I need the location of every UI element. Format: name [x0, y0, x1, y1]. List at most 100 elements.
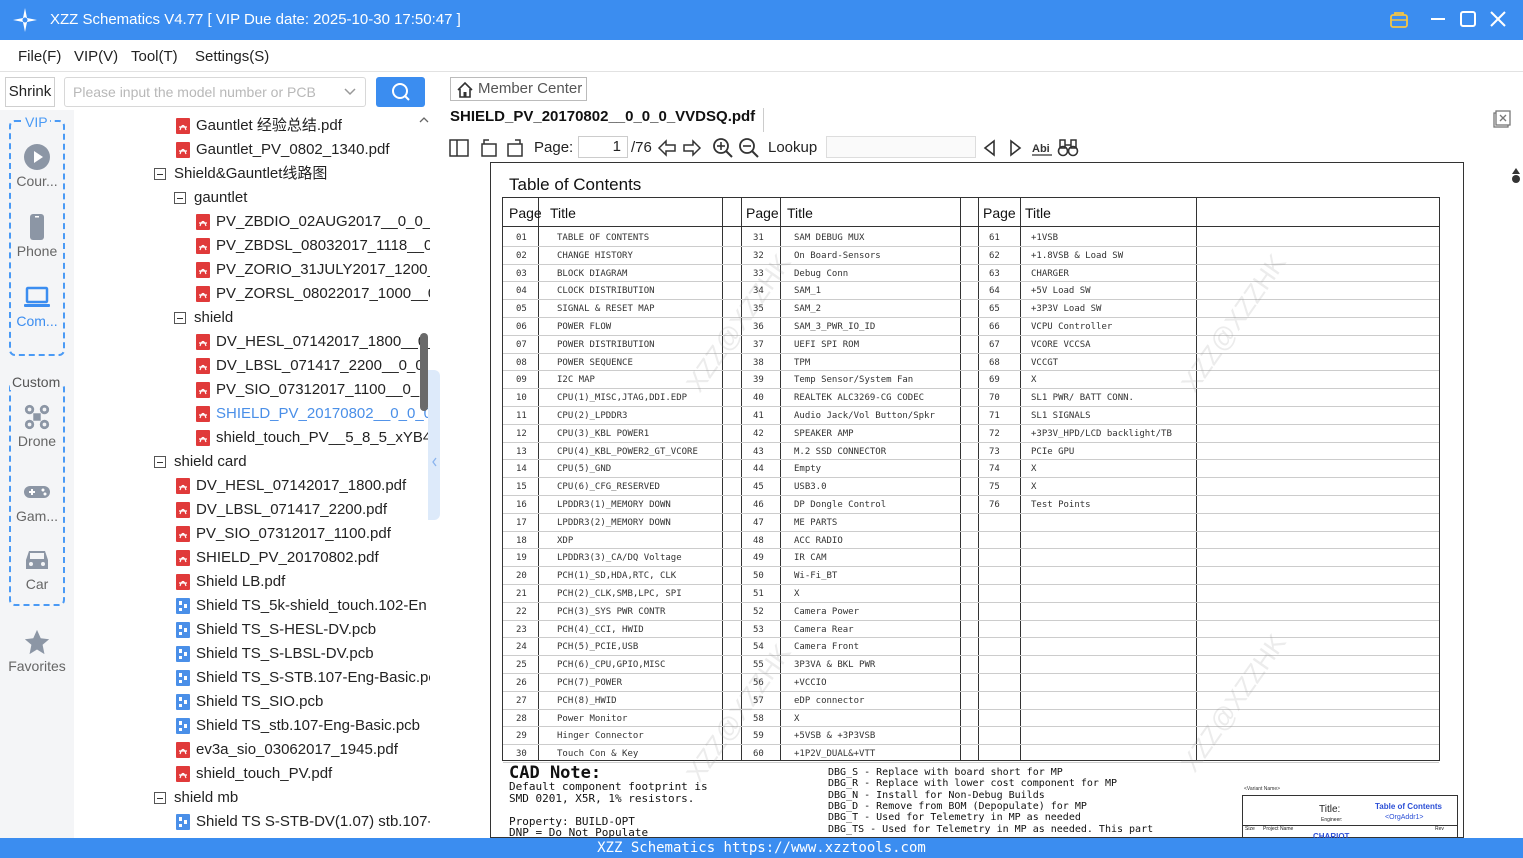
- toc-page-title: PCH(1)_SD,HDA,RTC, CLK: [557, 571, 677, 581]
- scroll-handle-icon[interactable]: [1509, 162, 1523, 192]
- toc-page-number: 01: [516, 233, 527, 243]
- pcb-file-icon: [176, 814, 190, 830]
- vip-bag-icon[interactable]: [1388, 8, 1410, 30]
- next-page-icon[interactable]: [681, 137, 703, 159]
- chevron-down-icon[interactable]: [343, 84, 357, 100]
- tree-scrollbar-thumb[interactable]: [420, 333, 428, 411]
- toc-page-title: UEFI SPI ROM: [794, 340, 860, 350]
- rotate-right-icon[interactable]: [504, 137, 526, 159]
- maximize-icon[interactable]: [1457, 8, 1479, 30]
- menu-vip[interactable]: VIP(V): [74, 48, 118, 65]
- table-row-line: [503, 726, 1439, 727]
- table-row-line: [503, 281, 1439, 282]
- toc-page-title: Audio Jack/Vol Button/Spkr: [794, 411, 935, 421]
- title-block: Title: Table of Contents Engineer: <OrgA…: [1242, 795, 1458, 841]
- search-button[interactable]: [376, 77, 425, 107]
- close-icon[interactable]: [1487, 8, 1509, 30]
- menu-file[interactable]: File(F): [18, 48, 61, 65]
- toc-page-number: 64: [989, 286, 1000, 296]
- collapse-toggle-icon[interactable]: [174, 312, 186, 324]
- collapse-toggle-icon[interactable]: [174, 192, 186, 204]
- nav-course[interactable]: Cour...: [0, 143, 74, 189]
- document-tab[interactable]: SHIELD_PV_20170802__0_0_0_VVDSQ.pdf: [450, 108, 755, 125]
- member-center-button[interactable]: Member Center: [450, 77, 587, 101]
- toc-page-number: 08: [516, 358, 527, 368]
- zoom-in-icon[interactable]: [712, 137, 734, 159]
- scroll-up-icon[interactable]: [418, 114, 430, 126]
- toc-header-page: Page: [746, 205, 779, 221]
- toc-page-number: 07: [516, 340, 527, 350]
- toc-page-number: 69: [989, 375, 1000, 385]
- table-row-line: [503, 299, 1439, 300]
- table-row-line: [503, 513, 1439, 514]
- status-bar: XZZ Schematics https://www.xzztools.com: [0, 838, 1523, 858]
- toc-page-title: IR CAM: [794, 553, 827, 563]
- rotate-left-icon[interactable]: [478, 137, 500, 159]
- match-case-icon[interactable]: Abi: [1031, 137, 1053, 159]
- toc-page-number: 45: [753, 482, 764, 492]
- pdf-file-icon: [196, 334, 210, 350]
- menu-settings[interactable]: Settings(S): [195, 48, 269, 65]
- lookup-input[interactable]: [826, 136, 976, 158]
- minimize-icon[interactable]: [1427, 8, 1449, 30]
- page-label: Page:: [534, 139, 574, 156]
- sidebar-toggle-icon[interactable]: [448, 137, 470, 159]
- toc-page-title: +5VSB & +3P3VSB: [794, 731, 876, 741]
- table-row-line: [503, 370, 1439, 371]
- table-row-line: [503, 317, 1439, 318]
- toc-page-number: 23: [516, 625, 527, 635]
- toc-page-title: M.2 SSD CONNECTOR: [794, 447, 887, 457]
- search-placeholder: Please input the model number or PCB: [73, 84, 316, 100]
- toc-page-title: LPDDR3(3)_CA/DQ Voltage: [557, 553, 682, 563]
- viewer-scrollbar[interactable]: [1509, 162, 1523, 838]
- page-number-input[interactable]: 1: [578, 136, 628, 158]
- nav-drone-label: Drone: [17, 433, 57, 449]
- toc-page-title: CPU(6)_CFG_RESERVED: [557, 482, 660, 492]
- toc-page-title: SAM_2: [794, 304, 822, 314]
- toc-page-title: Power Monitor: [557, 714, 628, 724]
- pdf-file-icon: [176, 550, 190, 566]
- car-icon: [26, 551, 48, 569]
- toc-page-number: 22: [516, 607, 527, 617]
- pcb-file-icon: [176, 622, 190, 638]
- toc-page-title: On Board-Sensors: [794, 251, 881, 261]
- collapse-toggle-icon[interactable]: [154, 456, 166, 468]
- toc-page-number: 62: [989, 251, 1000, 261]
- toc-page-title: VCORE VCCSA: [1031, 340, 1091, 350]
- toc-page-number: 46: [753, 500, 764, 510]
- find-next-icon[interactable]: [1004, 137, 1026, 159]
- toc-page-title: Hinger Connector: [557, 731, 644, 741]
- tree-item-label: shield_touch_PV__5_8_5_xYB4l: [216, 429, 430, 446]
- pdf-file-icon: [176, 742, 190, 758]
- toc-page-title: 3P3VA & BKL PWR: [794, 660, 876, 670]
- search-icon: [392, 83, 410, 101]
- toc-page-number: 29: [516, 731, 527, 741]
- zoom-out-icon[interactable]: [738, 137, 760, 159]
- play-circle-icon: [24, 144, 50, 170]
- toc-page-title: PCH(7)_POWER: [557, 678, 623, 688]
- menu-tool[interactable]: Tool(T): [131, 48, 178, 65]
- toc-page-title: PCH(3)_SYS PWR CONTR: [557, 607, 666, 617]
- nav-computer[interactable]: Com...: [0, 283, 74, 329]
- binoculars-icon[interactable]: [1057, 137, 1079, 159]
- close-document-icon[interactable]: [1493, 110, 1511, 128]
- toc-page-number: 68: [989, 358, 1000, 368]
- toc-page-number: 06: [516, 322, 527, 332]
- nav-favorites[interactable]: Favorites: [0, 628, 74, 674]
- collapse-toggle-icon[interactable]: [154, 168, 166, 180]
- search-input[interactable]: Please input the model number or PCB: [64, 77, 366, 107]
- home-icon: [457, 81, 473, 98]
- find-previous-icon[interactable]: [979, 137, 1001, 159]
- toc-page-title: X: [1031, 482, 1037, 492]
- shrink-button[interactable]: Shrink: [5, 77, 55, 107]
- toc-page-title: USB3.0: [794, 482, 827, 492]
- nav-car[interactable]: Car: [0, 546, 74, 592]
- previous-page-icon[interactable]: [656, 137, 678, 159]
- collapse-toggle-icon[interactable]: [154, 792, 166, 804]
- nav-phone[interactable]: Phone: [0, 213, 74, 259]
- collapse-panel-handle[interactable]: [428, 370, 440, 520]
- tree-item-label: SHIELD_PV_20170802__0_0_0_: [216, 405, 430, 422]
- nav-game[interactable]: Gam...: [0, 478, 74, 524]
- nav-drone[interactable]: Drone: [0, 403, 74, 449]
- toc-page-title: Camera Front: [794, 642, 860, 652]
